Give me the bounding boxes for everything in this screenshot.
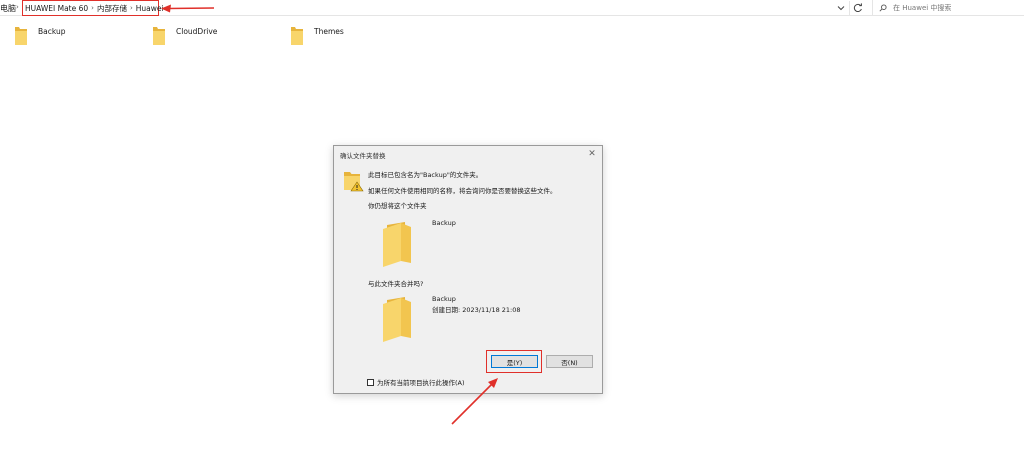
folder-icon [153,27,165,45]
folder-item-backup[interactable]: Backup [14,24,66,48]
address-bar[interactable]: 电脑 › HUAWEI Mate 60 › 内部存储 › Huawei [0,0,1024,16]
folder-item-clouddrive[interactable]: CloudDrive [152,24,217,48]
warning-icon [344,172,364,192]
apply-all-checkbox[interactable] [367,378,374,386]
source-folder-name: Backup [432,295,456,303]
search-icon [879,4,887,12]
dialog-message-exists: 此目标已包含名为"Backup"的文件夹。 [368,171,483,179]
breadcrumb-separator: › [129,4,133,12]
yes-button[interactable]: 是(Y) [491,355,538,368]
no-button[interactable]: 否(N) [546,355,593,368]
confirm-folder-replace-dialog: 确认文件夹替换 ✕ 此目标已包含名为"Backup"的文件夹。 如果任何文件使用… [333,145,603,394]
dialog-message-files: 如果任何文件使用相同的名称，将会询问你是否要替换这些文件。 [368,187,557,195]
existing-folder-name: Backup [432,219,456,227]
refresh-icon[interactable] [852,2,864,14]
close-icon[interactable]: ✕ [586,148,598,160]
folder-name: Backup [38,27,66,36]
breadcrumb: HUAWEI Mate 60 › 内部存储 › Huawei [22,0,164,16]
dialog-title: 确认文件夹替换 [340,152,386,160]
source-folder-created: 创建日期: 2023/11/18 21:08 [432,306,521,314]
chevron-down-icon[interactable] [836,3,846,13]
toolbar-divider [849,1,850,15]
search-box[interactable] [872,0,1024,16]
dialog-merge-question: 与此文件夹合并吗? [368,280,424,288]
folder-name: CloudDrive [176,27,218,36]
folder-icon [383,297,411,342]
breadcrumb-root[interactable]: 电脑 [0,3,16,14]
folder-icon [291,27,303,45]
folder-icon [383,222,411,267]
dialog-message-still: 你仍想将这个文件夹 [368,202,427,210]
breadcrumb-item-device[interactable]: HUAWEI Mate 60 [25,4,88,13]
breadcrumb-separator: › [91,4,94,12]
folder-name: Themes [314,27,344,36]
folder-item-themes[interactable]: Themes [290,24,344,48]
breadcrumb-separator: › [16,3,19,11]
breadcrumb-item-storage[interactable]: 内部存储 [97,3,127,14]
apply-all-label: 为所有当前项目执行此操作(A) [377,379,465,387]
search-input[interactable] [893,4,1013,12]
breadcrumb-item-huawei[interactable]: Huawei [136,4,164,13]
folder-icon [15,27,27,45]
apply-all-row[interactable]: 为所有当前项目执行此操作(A) [367,377,465,387]
